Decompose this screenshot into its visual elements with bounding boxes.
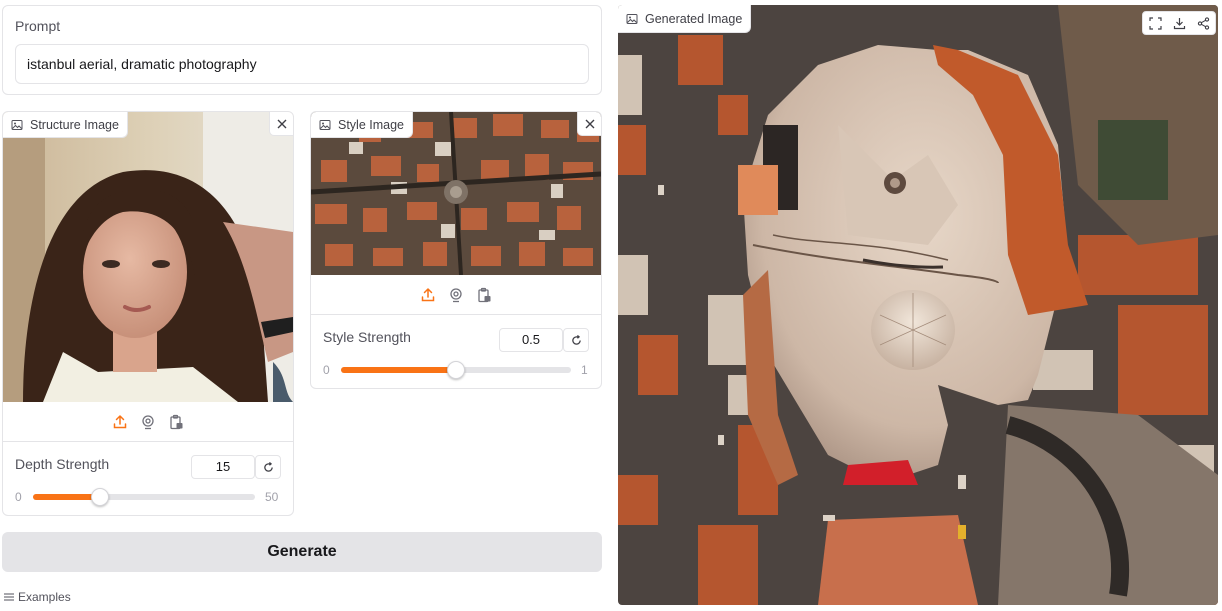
style-strength-slider[interactable]	[341, 361, 571, 379]
style-reset-button[interactable]	[563, 328, 589, 352]
upload-icon[interactable]	[112, 414, 128, 430]
image-action-group	[1142, 11, 1216, 35]
image-icon	[626, 13, 638, 24]
close-icon	[277, 119, 286, 128]
structure-image-close-button[interactable]	[269, 112, 293, 136]
depth-slider-thumb[interactable]	[90, 488, 109, 506]
style-strength-min: 0	[323, 363, 330, 377]
fullscreen-icon	[1148, 16, 1162, 30]
generated-image-label: Generated Image	[645, 11, 743, 26]
structure-image-preview	[3, 112, 293, 402]
depth-reset-button[interactable]	[255, 455, 281, 479]
download-button[interactable]	[1167, 12, 1191, 34]
generated-image[interactable]	[618, 5, 1218, 605]
structure-image-source-toolbar	[3, 402, 293, 442]
generate-button[interactable]: Generate	[2, 532, 602, 572]
close-icon	[585, 119, 594, 128]
clipboard-icon[interactable]	[476, 287, 492, 303]
prompt-input[interactable]	[15, 44, 589, 84]
webcam-icon[interactable]	[448, 287, 464, 303]
structure-image-tag: Structure Image	[3, 112, 128, 138]
generated-image-tag: Generated Image	[618, 5, 752, 33]
style-slider-fill	[341, 367, 456, 373]
style-strength-label: Style Strength	[323, 329, 411, 345]
depth-slider-fill	[33, 494, 100, 500]
clipboard-icon[interactable]	[168, 414, 184, 430]
examples-toggle[interactable]: Examples	[4, 590, 71, 604]
list-icon	[4, 593, 14, 601]
style-strength-max: 1	[581, 363, 588, 377]
structure-image-panel: Structure Image Depth Strength 15 0 50	[2, 111, 294, 516]
image-icon	[11, 119, 23, 130]
style-image-source-toolbar	[311, 275, 601, 315]
style-strength-input[interactable]: 0.5	[499, 328, 563, 352]
style-image-tag: Style Image	[311, 112, 414, 138]
prompt-block: Prompt	[2, 5, 602, 95]
image-icon	[319, 119, 331, 130]
depth-min: 0	[15, 490, 22, 504]
depth-strength-label: Depth Strength	[15, 456, 110, 472]
prompt-label: Prompt	[15, 18, 61, 34]
reset-icon	[263, 461, 273, 472]
depth-max: 50	[265, 490, 279, 504]
style-slider-thumb[interactable]	[447, 361, 465, 379]
style-image-panel: Style Image Style Strength 0.5 0 1	[310, 111, 602, 389]
fullscreen-button[interactable]	[1143, 12, 1167, 34]
structure-image-label: Structure Image	[30, 117, 119, 132]
examples-label: Examples	[18, 590, 71, 604]
depth-strength-input[interactable]: 15	[191, 455, 255, 479]
share-icon	[1197, 16, 1209, 30]
download-icon	[1173, 17, 1185, 29]
share-button[interactable]	[1191, 12, 1215, 34]
webcam-icon[interactable]	[140, 414, 156, 430]
generated-image-panel: Generated Image	[618, 5, 1218, 605]
style-image-close-button[interactable]	[577, 112, 601, 136]
upload-icon[interactable]	[420, 287, 436, 303]
style-image-label: Style Image	[338, 117, 405, 132]
reset-icon	[571, 334, 581, 345]
depth-slider[interactable]	[33, 488, 255, 506]
